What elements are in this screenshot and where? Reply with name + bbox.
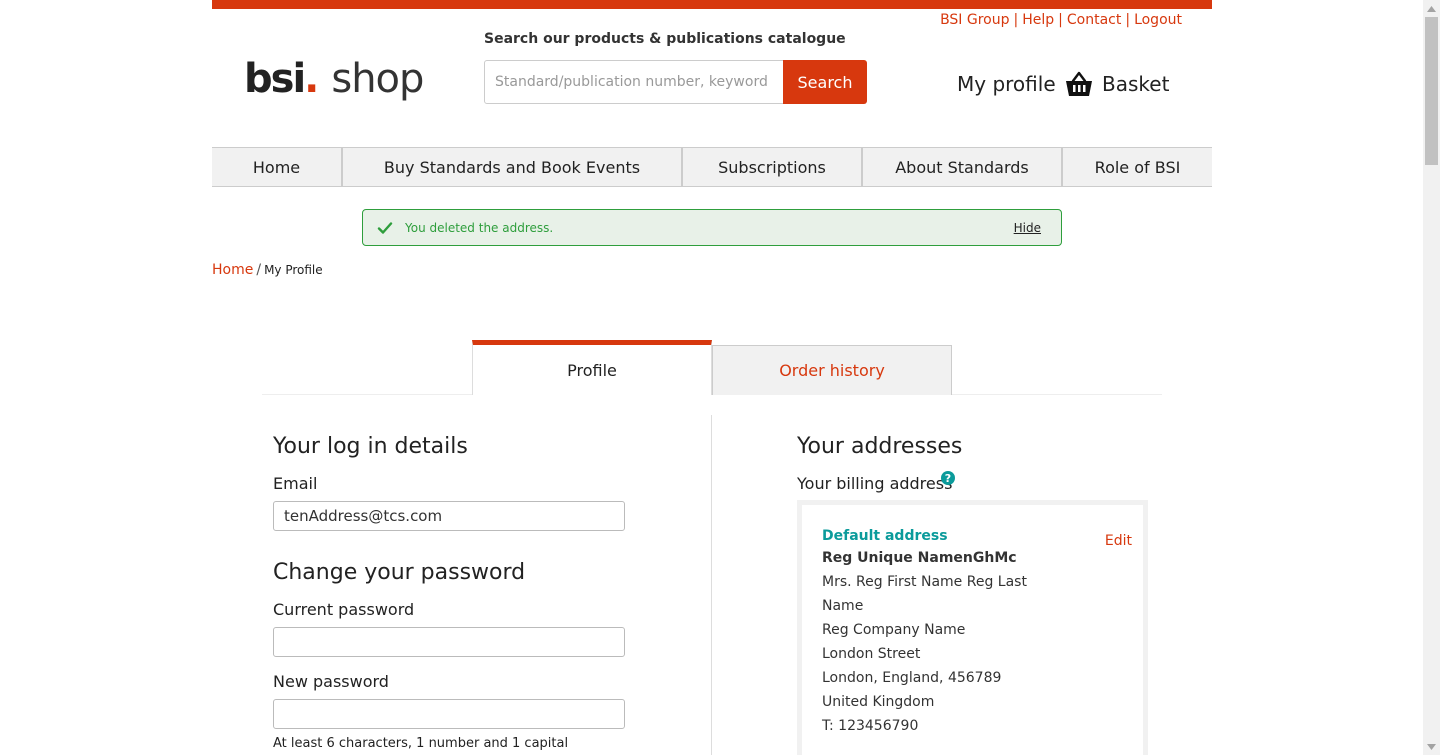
column-divider <box>711 415 712 755</box>
search-button[interactable]: Search <box>783 60 867 104</box>
address-line: Reg Company Name <box>822 622 966 638</box>
utility-links: BSI Group | Help | Contact | Logout <box>940 12 1182 28</box>
tab-order-history[interactable]: Order history <box>712 345 952 395</box>
success-alert: You deleted the address. Hide <box>362 209 1062 246</box>
address-line: Mrs. Reg First Name Reg Last <box>822 574 1027 590</box>
basket-icon[interactable] <box>1064 70 1094 98</box>
current-password-label: Current password <box>273 600 415 619</box>
default-address-label: Default address <box>822 528 948 544</box>
scrollbar-thumb[interactable] <box>1425 17 1438 165</box>
edit-address-link[interactable]: Edit <box>1105 533 1132 549</box>
billing-address-card: Default address Edit Reg Unique NamenGhM… <box>797 500 1148 755</box>
nav-role-of-bsi[interactable]: Role of BSI <box>1063 148 1212 186</box>
alert-hide-link[interactable]: Hide <box>1014 221 1041 235</box>
password-hint: At least 6 characters, 1 number and 1 ca… <box>273 736 569 751</box>
scroll-up-arrow-icon[interactable] <box>1423 0 1440 17</box>
tab-profile[interactable]: Profile <box>472 340 712 395</box>
check-icon <box>377 221 393 234</box>
new-password-label: New password <box>273 672 389 691</box>
nav-home[interactable]: Home <box>212 148 343 186</box>
search-input[interactable]: Standard/publication number, keyword <box>484 60 784 104</box>
billing-address-label: Your billing address <box>797 474 953 493</box>
address-line: London, England, 456789 <box>822 670 1002 686</box>
alert-message: You deleted the address. <box>405 220 554 235</box>
new-password-field[interactable] <box>273 699 625 729</box>
bsi-shop-logo[interactable]: bsi. shop <box>244 56 424 108</box>
my-profile-link[interactable]: My profile <box>957 72 1056 96</box>
email-label: Email <box>273 474 318 493</box>
address-line: Name <box>822 598 864 614</box>
bsi-group-link[interactable]: BSI Group <box>940 12 1009 28</box>
breadcrumb-current: My Profile <box>264 263 323 277</box>
logout-link[interactable]: Logout <box>1134 12 1182 28</box>
change-password-heading: Change your password <box>273 560 526 585</box>
nav-buy-standards[interactable]: Buy Standards and Book Events <box>343 148 683 186</box>
top-accent-bar <box>212 0 1212 9</box>
email-field[interactable]: tenAddress@tcs.com <box>273 501 625 531</box>
address-line: London Street <box>822 646 921 662</box>
breadcrumb-home[interactable]: Home <box>212 262 253 278</box>
main-nav: Home Buy Standards and Book Events Subsc… <box>212 147 1212 187</box>
addresses-heading: Your addresses <box>797 434 963 459</box>
contact-link[interactable]: Contact <box>1067 12 1121 28</box>
address-phone: T: 123456790 <box>822 718 919 734</box>
breadcrumb: Home / My Profile <box>212 262 323 278</box>
vertical-scrollbar[interactable] <box>1423 0 1440 755</box>
current-password-field[interactable] <box>273 627 625 657</box>
help-icon[interactable]: ? <box>941 471 955 485</box>
nav-about-standards[interactable]: About Standards <box>863 148 1063 186</box>
basket-link[interactable]: Basket <box>1102 72 1169 96</box>
login-details-heading: Your log in details <box>273 434 468 459</box>
nav-subscriptions[interactable]: Subscriptions <box>683 148 863 186</box>
address-line: United Kingdom <box>822 694 935 710</box>
scroll-down-arrow-icon[interactable] <box>1423 738 1440 755</box>
help-link[interactable]: Help <box>1022 12 1054 28</box>
search-label: Search our products & publications catal… <box>484 31 846 47</box>
address-name: Reg Unique NamenGhMc <box>822 550 1017 566</box>
